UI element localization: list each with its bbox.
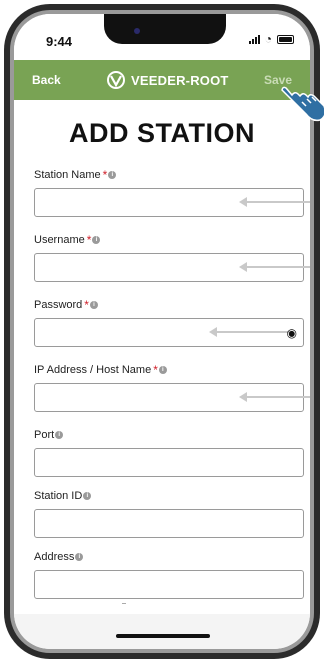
required-asterisk: *	[102, 168, 108, 182]
station-id-input[interactable]	[34, 509, 304, 538]
username-input[interactable]	[34, 253, 310, 282]
password-field: Password * i ◉	[34, 298, 306, 347]
info-icon[interactable]: i	[55, 431, 64, 439]
bottom-bar	[14, 614, 310, 649]
port-field: Port i	[34, 428, 306, 477]
info-icon[interactable]: i	[89, 301, 98, 309]
app-screen: 9:44 ◔ Back VEEDER-ROOT Save ADD STATION…	[14, 14, 310, 649]
address-field: Address i	[34, 550, 306, 599]
status-bar: 9:44 ◔	[14, 14, 310, 60]
password-label: Password	[34, 299, 83, 311]
status-time: 9:44	[46, 34, 73, 49]
arrow-left-icon	[239, 392, 310, 402]
phone-frame: 9:44 ◔ Back VEEDER-ROOT Save ADD STATION…	[4, 4, 320, 659]
address-label: Address	[34, 551, 75, 563]
brand-logo: VEEDER-ROOT	[106, 70, 229, 90]
info-icon[interactable]: i	[83, 492, 92, 500]
info-icon[interactable]: i	[108, 171, 117, 179]
station-id-label: Station ID	[34, 490, 83, 502]
required-asterisk: *	[86, 233, 92, 247]
info-icon[interactable]: i	[75, 553, 84, 561]
password-input[interactable]: ◉	[34, 318, 304, 347]
wifi-icon: ◔	[264, 32, 272, 46]
phone-bezel: 9:44 ◔ Back VEEDER-ROOT Save ADD STATION…	[10, 10, 314, 653]
station-name-field: Station Name * i	[34, 168, 310, 217]
required-asterisk: *	[153, 363, 158, 377]
page-title: ADD STATION	[69, 118, 255, 148]
brand-name: VEEDER-ROOT	[131, 72, 229, 88]
ip-address-label: IP Address / Host Name	[34, 364, 152, 376]
home-indicator[interactable]	[116, 634, 210, 638]
scroll-indicator	[122, 603, 126, 604]
back-button[interactable]: Back	[32, 73, 61, 87]
address-input[interactable]	[34, 570, 304, 599]
required-asterisk: *	[84, 298, 89, 312]
ip-address-field: IP Address / Host Name * i	[34, 363, 310, 412]
info-icon[interactable]: i	[92, 236, 101, 244]
ip-address-input[interactable]	[34, 383, 310, 412]
nav-bar: Back VEEDER-ROOT Save	[14, 60, 310, 100]
signal-bars-icon	[248, 34, 260, 44]
info-icon[interactable]: i	[158, 366, 167, 374]
station-name-label: Station Name	[34, 169, 101, 181]
port-input[interactable]	[34, 448, 304, 477]
arrow-left-icon	[239, 197, 310, 207]
eye-icon[interactable]: ◉	[287, 326, 297, 340]
arrow-left-icon	[209, 327, 293, 337]
camera-icon	[134, 28, 140, 34]
arrow-left-icon	[239, 262, 310, 272]
username-label: Username	[34, 234, 85, 246]
port-label: Port	[34, 429, 55, 441]
station-name-input[interactable]	[34, 188, 310, 217]
hand-pointer-icon	[281, 86, 324, 122]
battery-icon	[277, 34, 294, 44]
veeder-root-logo-icon	[107, 71, 125, 89]
status-icons: ◔	[248, 32, 294, 46]
camera-notch	[104, 14, 226, 44]
station-id-field: Station ID i	[34, 489, 306, 538]
username-field: Username * i	[34, 233, 310, 282]
